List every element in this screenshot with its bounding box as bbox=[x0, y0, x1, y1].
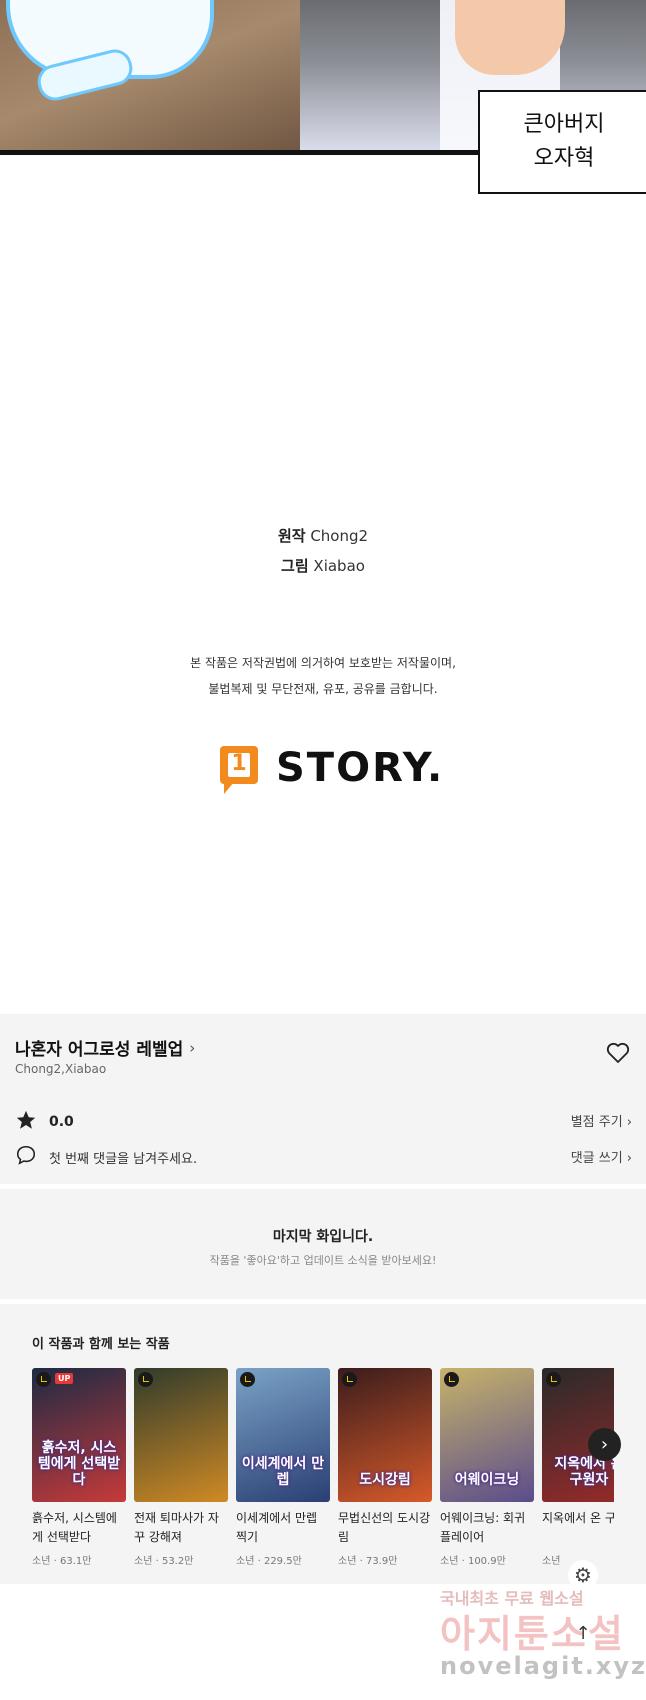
recommendation-title: 전재 퇴마사가 자꾸 강해져 bbox=[134, 1511, 219, 1544]
recommendation-genre: 소년 bbox=[542, 1556, 561, 1567]
recommendation-views: 53.2만 bbox=[161, 1556, 194, 1567]
recommendation-title: 어웨이크닝: 회귀 플레이어 bbox=[440, 1511, 526, 1544]
watermark-brand: 아지툰소설 bbox=[440, 1612, 625, 1656]
recommendation-card[interactable]: 어웨이크닝어웨이크닝: 회귀 플레이어소년 · 100.9만 bbox=[440, 1368, 534, 1567]
recommendation-card[interactable]: 지옥에서 온 구원자지옥에서 온 구자소년 bbox=[542, 1368, 614, 1567]
clock-icon bbox=[138, 1372, 153, 1387]
recommendation-genre: 소년 bbox=[440, 1556, 459, 1567]
recommendation-meta: 소년 · 229.5만 bbox=[236, 1552, 330, 1567]
up-badge: UP bbox=[55, 1373, 74, 1384]
recommendation-card[interactable]: 전재 퇴마사가 자꾸 강해져소년 · 53.2만 bbox=[134, 1368, 228, 1567]
recommendation-meta: 소년 · 100.9만 bbox=[440, 1552, 534, 1567]
cover-title-art: 흙수저, 시스템에게 선택받다 bbox=[37, 1440, 121, 1488]
recommendation-cover: 이세계에서 만렙 bbox=[236, 1368, 330, 1502]
cover-title-art: 도시강림 bbox=[359, 1472, 411, 1488]
recommendation-views: 73.9만 bbox=[365, 1556, 398, 1567]
recommendation-views: 229.5만 bbox=[263, 1556, 302, 1567]
meta-separator: · bbox=[458, 1556, 468, 1567]
recommendation-card[interactable]: 이세계에서 만렙이세계에서 만렙 찍기소년 · 229.5만 bbox=[236, 1368, 330, 1567]
recommendations-list: UP 흙수저, 시스템에게 선택받다 흙수저, 시스템에게 선택받다 소년 · 63.… bbox=[0, 0, 614, 1700]
recommendation-views: 63.1만 bbox=[59, 1556, 92, 1567]
watermark-url: novelagit.xyz bbox=[440, 1652, 646, 1680]
clock-icon bbox=[444, 1372, 459, 1387]
meta-separator: · bbox=[356, 1556, 366, 1567]
recommendation-title: 이세계에서 만렙 찍기 bbox=[236, 1511, 318, 1544]
cover-title-art: 어웨이크닝 bbox=[454, 1472, 520, 1488]
meta-separator: · bbox=[152, 1556, 162, 1567]
recommendation-card[interactable]: 도시강림무법신선의 도시강림소년 · 73.9만 bbox=[338, 1368, 432, 1567]
recommendation-card[interactable]: UP 흙수저, 시스템에게 선택받다 흙수저, 시스템에게 선택받다 소년 · 63.… bbox=[32, 1368, 126, 1567]
recommendation-title: 무법신선의 도시강림 bbox=[338, 1511, 431, 1544]
recommendation-meta: 소년 · 53.2만 bbox=[134, 1552, 228, 1567]
recommendation-cover bbox=[134, 1368, 228, 1502]
recommendation-genre: 소년 bbox=[338, 1556, 357, 1567]
clock-icon bbox=[240, 1372, 255, 1387]
recommendation-cover: 어웨이크닝 bbox=[440, 1368, 534, 1502]
meta-separator: · bbox=[254, 1556, 264, 1567]
recommendation-genre: 소년 bbox=[32, 1556, 51, 1567]
recommendation-title: 지옥에서 온 구자 bbox=[542, 1511, 614, 1525]
recommendation-cover: UP 흙수저, 시스템에게 선택받다 bbox=[32, 1368, 126, 1502]
clock-icon bbox=[546, 1372, 561, 1387]
meta-separator: · bbox=[50, 1556, 60, 1567]
clock-icon bbox=[36, 1372, 51, 1387]
recommendation-genre: 소년 bbox=[134, 1556, 153, 1567]
recommendation-meta: 소년 · 73.9만 bbox=[338, 1552, 432, 1567]
recommendation-views: 100.9만 bbox=[467, 1556, 506, 1567]
clock-icon bbox=[342, 1372, 357, 1387]
recommendation-cover: 도시강림 bbox=[338, 1368, 432, 1502]
recommendation-meta: 소년 · 63.1만 bbox=[32, 1552, 126, 1567]
chevron-right-icon[interactable]: › bbox=[588, 1428, 621, 1461]
recommendation-title: 흙수저, 시스템에게 선택받다 bbox=[32, 1511, 117, 1544]
recommendation-genre: 소년 bbox=[236, 1556, 255, 1567]
cover-title-art: 이세계에서 만렙 bbox=[241, 1456, 325, 1488]
